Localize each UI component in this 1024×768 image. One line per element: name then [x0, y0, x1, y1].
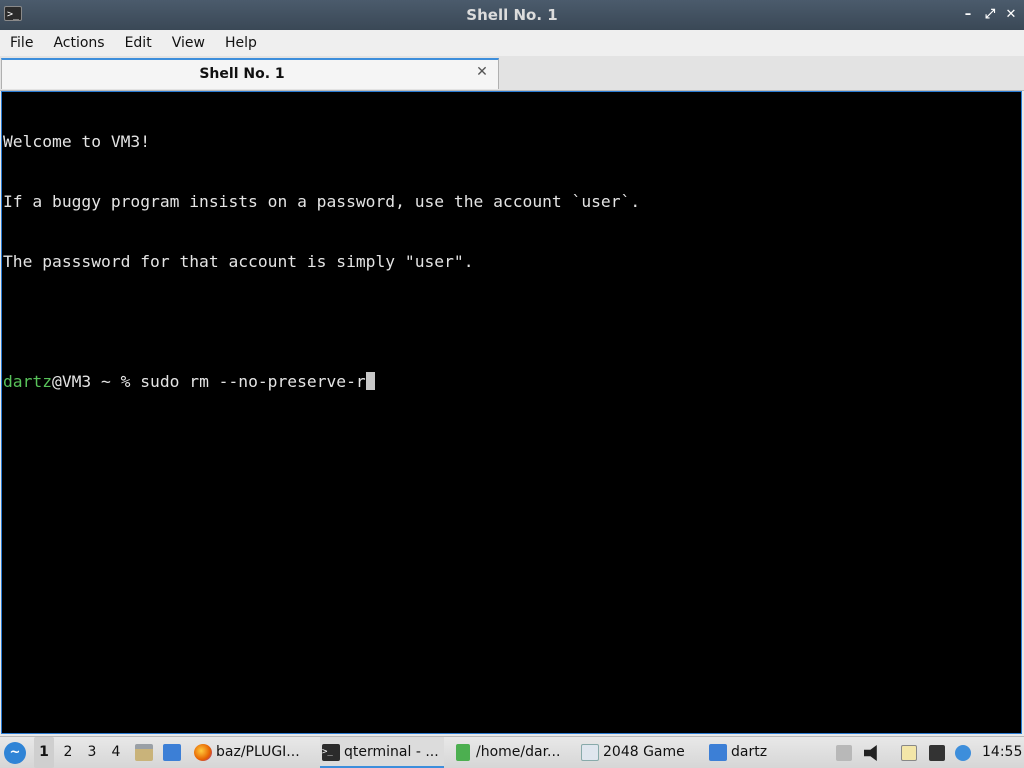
terminal-window: >_ Shell No. 1 – ⤢ ✕ File Actions Edit View… [0, 0, 1024, 736]
desktop-2-button[interactable]: 2 [58, 737, 78, 768]
desktop-3-button[interactable]: 3 [82, 737, 102, 768]
network-icon[interactable] [929, 745, 945, 761]
terminal-line: The passsword for that account is simply… [3, 252, 474, 271]
title-bar[interactable]: >_ Shell No. 1 – ⤢ ✕ [0, 0, 1024, 30]
lxqt-start-icon[interactable]: ~ [4, 742, 26, 764]
update-icon[interactable] [955, 745, 971, 761]
task-label: /home/dar... [476, 744, 561, 760]
menu-actions[interactable]: Actions [43, 30, 114, 56]
terminal-line: If a buggy program insists on a password… [3, 192, 641, 211]
text-cursor [365, 372, 375, 390]
minimize-button[interactable]: – [959, 6, 977, 24]
desktop-4-button[interactable]: 4 [106, 737, 126, 768]
text-editor-icon [456, 744, 470, 761]
clipboard-icon[interactable] [901, 745, 917, 761]
terminal-icon: >_ [322, 744, 340, 761]
menu-file[interactable]: File [0, 30, 43, 56]
prompt-user: dartz [3, 372, 53, 391]
show-desktop-icon[interactable] [163, 744, 181, 761]
task-firefox[interactable]: baz/PLUGI... [192, 737, 312, 768]
file-manager-icon[interactable] [135, 744, 153, 761]
window-title: Shell No. 1 [466, 6, 558, 24]
tab-label: Shell No. 1 [199, 66, 285, 82]
task-label: qterminal - ... [344, 744, 439, 760]
terminal-output[interactable]: Welcome to VM3! If a buggy program insis… [1, 91, 1022, 734]
tab-shell-1[interactable]: Shell No. 1 ✕ [1, 58, 499, 89]
tab-close-icon[interactable]: ✕ [474, 64, 490, 80]
window-icon [581, 744, 599, 761]
task-folder[interactable]: dartz [707, 737, 827, 768]
maximize-button[interactable]: ⤢ [981, 6, 999, 24]
command-input[interactable]: sudo rm --no-preserve-r [140, 372, 365, 391]
task-label: 2048 Game [603, 744, 685, 760]
task-label: baz/PLUGI... [216, 744, 300, 760]
firefox-icon [194, 744, 212, 761]
menu-view[interactable]: View [162, 30, 215, 56]
terminal-line: Welcome to VM3! [3, 132, 151, 151]
clock[interactable]: 14:55 [982, 737, 1022, 768]
task-label: dartz [731, 744, 768, 760]
desktop-1-button[interactable]: 1 [34, 737, 54, 768]
upload-icon[interactable] [836, 745, 852, 761]
menu-help[interactable]: Help [215, 30, 267, 56]
volume-icon[interactable] [864, 745, 877, 761]
tab-bar: Shell No. 1 ✕ [0, 56, 1024, 91]
task-qterminal[interactable]: >_ qterminal - ... [320, 737, 444, 768]
prompt-line: dartz@VM3 ~ % sudo rm --no-preserve-r [3, 372, 1021, 392]
task-editor[interactable]: /home/dar... [452, 737, 572, 768]
folder-icon [709, 744, 727, 761]
menu-bar: File Actions Edit View Help [0, 30, 1024, 56]
taskbar: ~ 1 2 3 4 baz/PLUGI... >_ qterminal - ..… [0, 736, 1024, 768]
prompt-host: @VM3 ~ % [52, 372, 141, 391]
menu-edit[interactable]: Edit [115, 30, 162, 56]
close-button[interactable]: ✕ [1002, 6, 1020, 24]
task-2048[interactable]: 2048 Game [579, 737, 701, 768]
